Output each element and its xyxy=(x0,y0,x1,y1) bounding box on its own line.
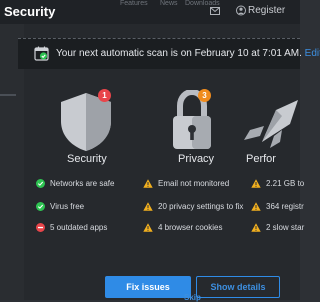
edit-schedule-link[interactable]: Edit xyxy=(305,48,320,59)
security-item-text: Networks are safe xyxy=(50,179,115,188)
performance-item-text: 2 slow star xyxy=(266,223,305,232)
security-item-text: Virus free xyxy=(50,202,85,211)
banner-text: Your next automatic scan is on February … xyxy=(56,48,320,59)
security-item: Networks are safe xyxy=(36,179,115,189)
check-circle-icon xyxy=(36,179,45,189)
sidebar-divider xyxy=(0,94,16,96)
privacy-item[interactable]: 4 browser cookies xyxy=(143,223,223,233)
warning-icon xyxy=(143,202,153,212)
security-item: Virus free xyxy=(36,202,85,212)
privacy-item[interactable]: 20 privacy settings to fix xyxy=(143,202,244,212)
performance-item-text: 2.21 GB to xyxy=(266,179,305,188)
skip-link[interactable]: Skip xyxy=(184,293,201,302)
privacy-item[interactable]: Email not monitored xyxy=(143,179,230,189)
performance-item[interactable]: 364 registr xyxy=(251,202,304,212)
privacy-item-text: 4 browser cookies xyxy=(158,223,223,232)
performance-item-text: 364 registr xyxy=(266,202,304,211)
show-details-button[interactable]: Show details xyxy=(196,276,280,298)
warning-icon xyxy=(251,202,261,212)
privacy-item-text: 20 privacy settings to fix xyxy=(158,202,244,211)
privacy-item-text: Email not monitored xyxy=(158,179,230,188)
nav-item-news[interactable]: News xyxy=(160,0,178,7)
nav-item-features[interactable]: Features xyxy=(120,0,148,7)
security-item[interactable]: 5 outdated apps xyxy=(36,223,108,233)
register-link[interactable]: Register xyxy=(248,5,285,16)
performance-item[interactable]: 2 slow star xyxy=(251,223,305,233)
error-circle-icon xyxy=(36,223,45,233)
title-bar: Security Features News Downloads Registe… xyxy=(0,0,300,24)
user-icon[interactable] xyxy=(236,5,246,16)
card-label-security[interactable]: Security xyxy=(67,153,107,165)
banner-message: Your next automatic scan is on February … xyxy=(56,48,302,59)
warning-icon xyxy=(143,179,153,189)
security-item-text: 5 outdated apps xyxy=(50,223,108,232)
calendar-check-icon xyxy=(34,46,49,61)
app-title: Security xyxy=(4,4,56,19)
performance-item[interactable]: 2.21 GB to xyxy=(251,179,305,189)
scan-banner: Your next automatic scan is on February … xyxy=(18,38,320,69)
fix-issues-button[interactable]: Fix issues xyxy=(105,276,191,298)
card-label-privacy[interactable]: Privacy xyxy=(178,153,214,165)
warning-icon xyxy=(251,179,261,189)
mail-icon[interactable] xyxy=(210,7,220,15)
nav-item-downloads[interactable]: Downloads xyxy=(185,0,220,7)
privacy-badge: 3 xyxy=(198,89,211,102)
warning-icon xyxy=(251,223,261,233)
security-badge: 1 xyxy=(98,89,111,102)
warning-icon xyxy=(143,223,153,233)
check-circle-icon xyxy=(36,202,45,212)
rocket-icon[interactable] xyxy=(240,96,300,150)
card-label-performance[interactable]: Perfor xyxy=(246,153,276,165)
